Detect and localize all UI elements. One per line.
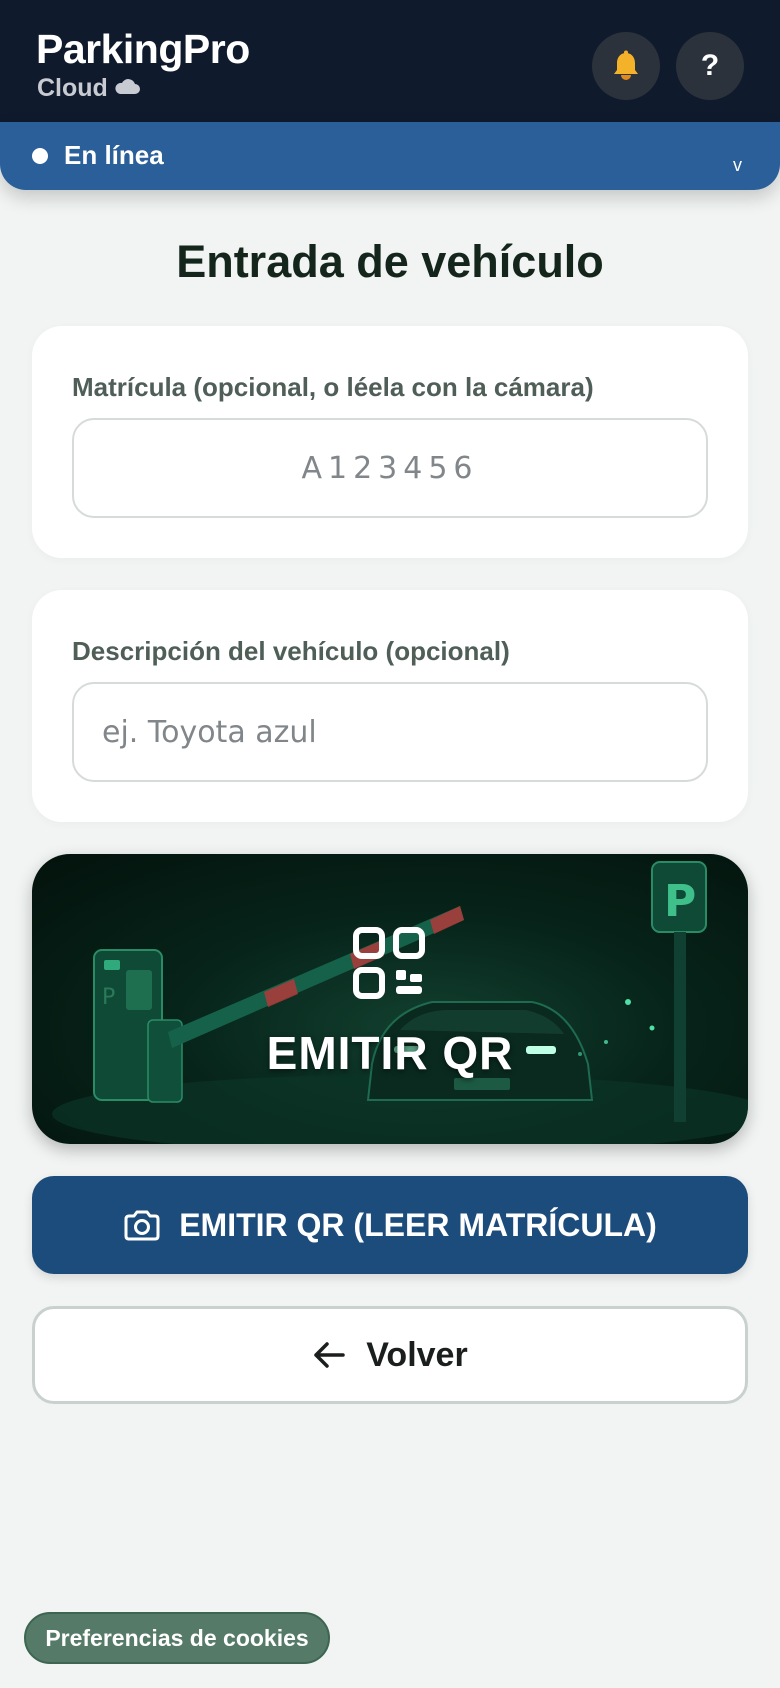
svg-text:P: P: [102, 985, 115, 1010]
issue-qr-scan-plate-button[interactable]: EMITIR QR (LEER MATRÍCULA): [32, 1176, 748, 1274]
back-label: Volver: [366, 1335, 468, 1374]
svg-text:P: P: [664, 876, 696, 927]
plate-label: Matrícula (opcional, o léela con la cáma…: [72, 372, 594, 402]
qr-code-icon: [353, 927, 425, 999]
brand-sub-label: Cloud: [37, 74, 108, 102]
connection-status-bar[interactable]: En línea v: [0, 122, 780, 190]
back-button[interactable]: Volver: [32, 1306, 748, 1404]
status-dot-icon: [32, 148, 48, 164]
plate-card: Matrícula (opcional, o léela con la cáma…: [32, 326, 748, 558]
camera-icon: [124, 1210, 160, 1241]
app-header: ParkingPro Cloud ?: [0, 0, 780, 124]
description-card: Descripción del vehículo (opcional): [32, 590, 748, 822]
notifications-button[interactable]: [592, 32, 660, 100]
arrow-left-icon: [314, 1342, 346, 1368]
status-label: En línea: [64, 140, 164, 170]
help-button[interactable]: ?: [676, 32, 744, 100]
description-input[interactable]: [72, 682, 708, 782]
page-title: Entrada de vehículo: [176, 236, 604, 287]
bell-icon: [614, 50, 638, 80]
cookie-preferences-button[interactable]: Preferencias de cookies: [24, 1612, 330, 1664]
brand-subtitle: Cloud: [37, 74, 140, 103]
help-icon: ?: [700, 49, 720, 82]
issue-qr-card[interactable]: P P EMITIR QR: [32, 854, 748, 1144]
plate-input[interactable]: [72, 418, 708, 518]
description-label: Descripción del vehículo (opcional): [72, 636, 510, 666]
issue-qr-scan-plate-label: EMITIR QR (LEER MATRÍCULA): [179, 1206, 657, 1243]
cloud-icon: [115, 78, 140, 94]
issue-qr-label: EMITIR QR: [266, 1027, 514, 1079]
chevron-down-icon[interactable]: v: [733, 155, 742, 176]
brand-name: ParkingPro: [36, 26, 250, 72]
